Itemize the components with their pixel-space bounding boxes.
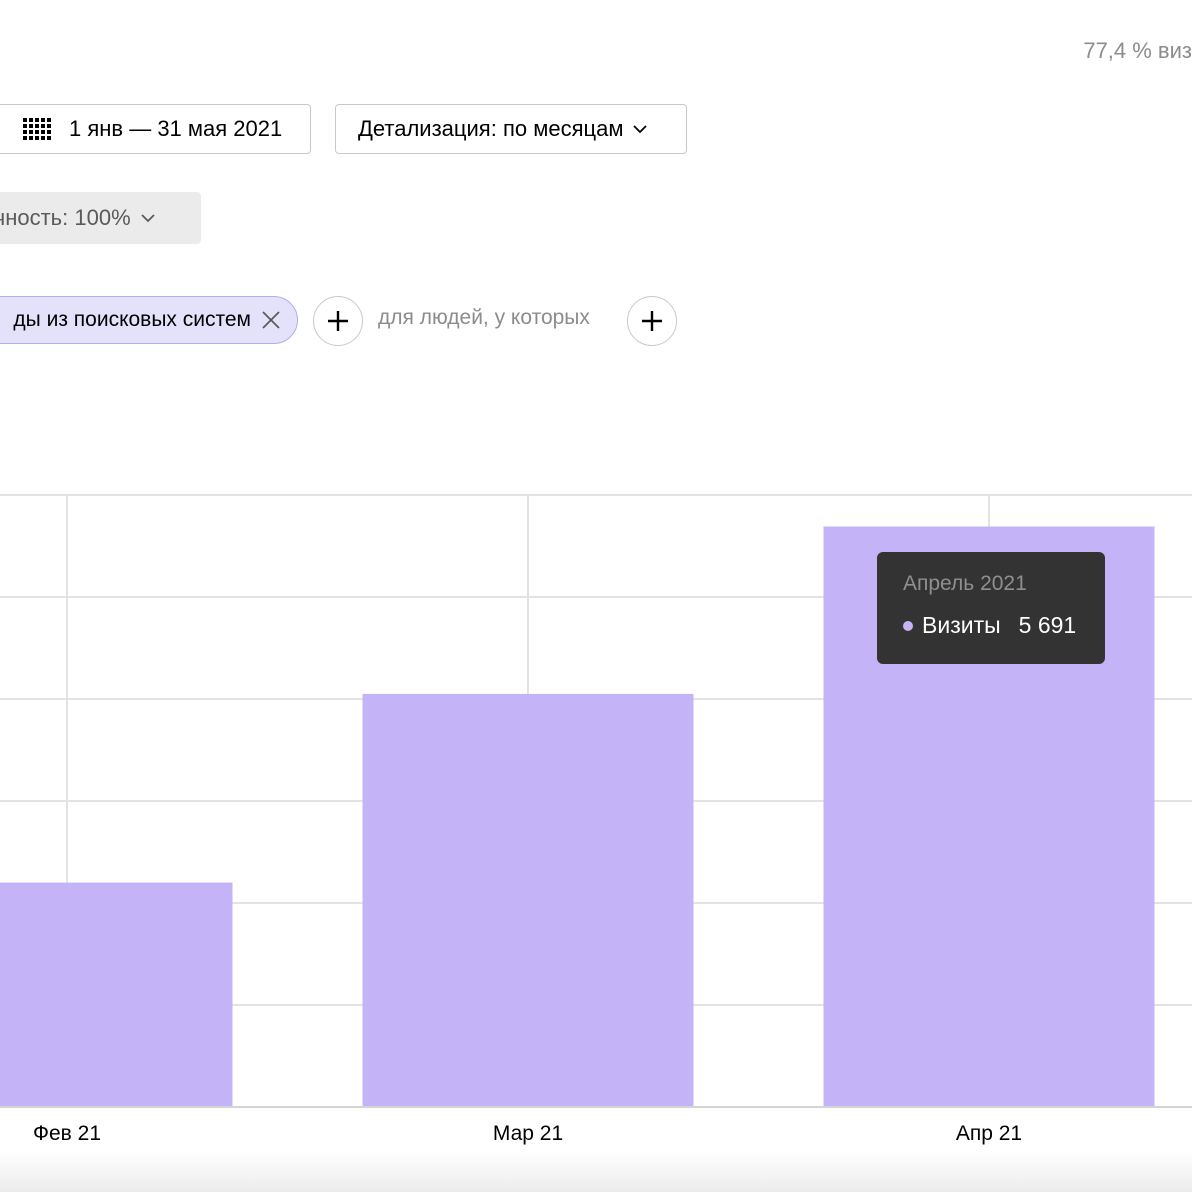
calendar-icon	[23, 118, 51, 140]
people-filter-label: для людей, у которых	[378, 306, 590, 329]
detail-button[interactable]: Детализация: по месяцам	[335, 104, 687, 154]
accuracy-label: очность: 100%	[0, 205, 131, 230]
date-range-button[interactable]: 1 янв — 31 мая 2021	[0, 104, 311, 154]
x-tick-label: Фев 21	[33, 1122, 101, 1145]
segment-chip[interactable]: ды из поисковых систем	[0, 296, 298, 344]
segment-chip-label: ды из поисковых систем	[13, 308, 251, 331]
bar	[362, 693, 694, 1107]
add-people-filter-button[interactable]	[627, 296, 677, 346]
tooltip-series-name: Визиты	[922, 612, 1001, 638]
plus-icon	[642, 311, 662, 331]
detail-label: Детализация: по месяцам	[358, 116, 624, 141]
add-segment-button[interactable]	[313, 296, 363, 346]
tooltip-series-dot	[903, 620, 913, 631]
close-icon[interactable]	[261, 310, 281, 330]
tooltip-value: 5 691	[1018, 612, 1077, 638]
chart-tooltip: Апрель 2021 Визиты 5 691	[877, 552, 1105, 664]
bar	[0, 882, 233, 1107]
tooltip-title: Апрель 2021	[903, 572, 1027, 595]
plus-icon	[328, 311, 348, 331]
x-tick-label: Апр 21	[956, 1122, 1022, 1145]
date-range-label: 1 янв — 31 мая 2021	[69, 116, 283, 141]
x-tick-label: Мар 21	[493, 1122, 563, 1145]
accuracy-button[interactable]: очность: 100%	[0, 192, 201, 244]
bottom-edge	[0, 1150, 1192, 1192]
chevron-down-icon	[633, 125, 648, 134]
share-text: 77,4 % виз	[1083, 38, 1192, 63]
chevron-down-icon	[141, 214, 155, 223]
